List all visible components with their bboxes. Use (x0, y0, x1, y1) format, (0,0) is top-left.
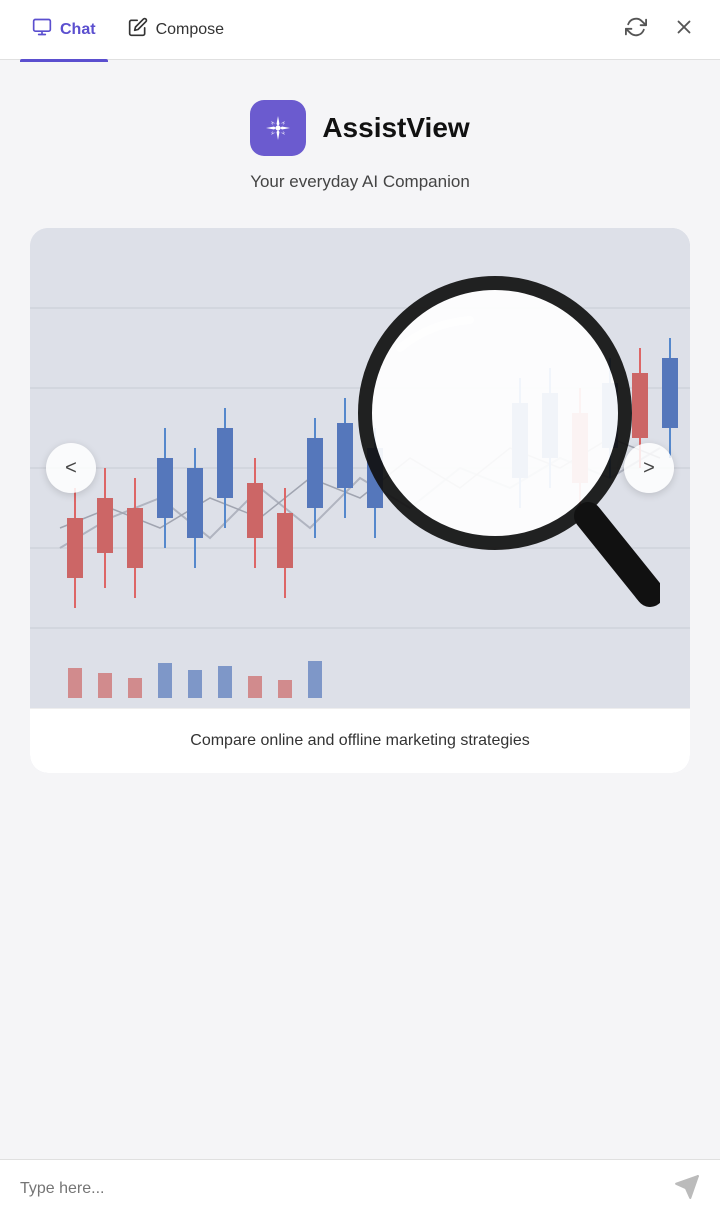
branding: AssistView (250, 100, 469, 156)
chevron-right-icon: > (643, 457, 655, 480)
magnifier-overlay-svg (340, 268, 660, 608)
header-actions (620, 14, 700, 46)
chevron-left-icon: < (65, 457, 77, 480)
carousel-image-area: < > (30, 228, 690, 708)
main-content: AssistView Your everyday AI Companion (0, 60, 720, 1159)
refresh-button[interactable] (620, 14, 652, 46)
tab-chat-label: Chat (60, 21, 96, 39)
chat-footer (0, 1159, 720, 1217)
compose-icon (128, 17, 148, 42)
refresh-icon (625, 16, 647, 44)
tab-compose-label: Compose (156, 21, 224, 39)
carousel-caption: Compare online and offline marketing str… (30, 708, 690, 773)
header: Chat Compose (0, 0, 720, 60)
close-button[interactable] (668, 14, 700, 46)
carousel-prev-button[interactable]: < (46, 443, 96, 493)
app-tagline: Your everyday AI Companion (250, 172, 470, 192)
send-icon (674, 1174, 700, 1203)
app-icon (250, 100, 306, 156)
tab-group: Chat Compose (20, 9, 620, 50)
app-name: AssistView (322, 112, 469, 144)
sparkles-icon (262, 112, 294, 144)
tab-compose[interactable]: Compose (116, 9, 236, 50)
tab-chat[interactable]: Chat (20, 9, 108, 50)
carousel-image (30, 228, 690, 708)
carousel-caption-text: Compare online and offline marketing str… (190, 732, 529, 749)
carousel-next-button[interactable]: > (624, 443, 674, 493)
carousel: < > Compare online and offline marketing… (30, 228, 690, 773)
close-icon (673, 16, 695, 44)
send-button[interactable] (674, 1174, 700, 1203)
chat-icon (32, 17, 52, 42)
chat-input[interactable] (20, 1180, 662, 1198)
